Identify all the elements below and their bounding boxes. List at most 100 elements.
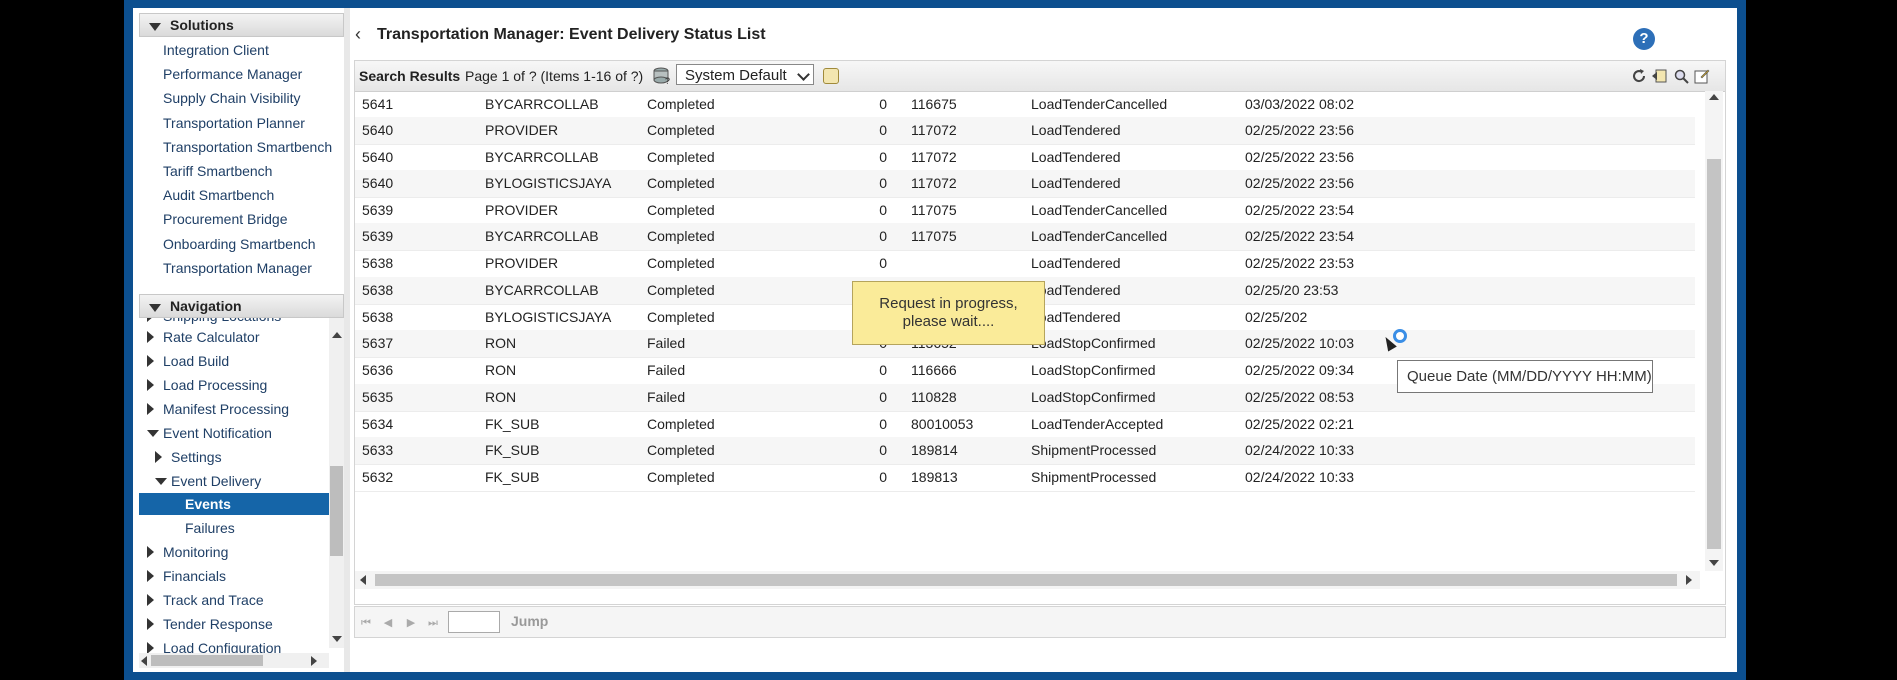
panel-splitter[interactable] [344,8,350,672]
solution-item[interactable]: Procurement Bridge [139,207,344,231]
table-row[interactable]: 5639 PROVIDER Completed 0 117075 LoadTenderCa… [355,197,1695,225]
nav-item[interactable]: Event Delivery [139,470,329,492]
expand-icon[interactable] [147,570,154,582]
nav-item[interactable]: Monitoring [139,541,329,563]
table-cell: 0 [879,96,887,112]
table-cell: Completed [647,96,715,112]
grid-horizontal-scrollbar[interactable] [355,571,1700,589]
expand-icon[interactable] [147,379,154,391]
table-row[interactable]: 5640 BYCARRCOLLAB Completed 0 117072 LoadTend… [355,144,1695,172]
edit-icon[interactable] [1694,68,1710,84]
scroll-thumb[interactable] [375,574,1677,586]
table-cell: LoadTenderCancelled [1031,202,1168,218]
navigation-header[interactable]: Navigation [139,294,344,318]
nav-vertical-scrollbar[interactable] [329,318,344,648]
scroll-thumb[interactable] [1707,159,1721,549]
table-cell: 5641 [362,96,394,112]
solution-item[interactable]: Tariff Smartbench [139,159,344,183]
table-cell: LoadTenderCancelled [1031,96,1168,112]
table-cell: 02/25/2022 10:03 [1245,335,1354,351]
table-row[interactable]: 5639 BYCARRCOLLAB Completed 0 117075 LoadTend… [355,223,1695,251]
nav-item[interactable]: Track and Trace [139,589,329,611]
table-row[interactable]: 5640 BYLOGISTICSJAYA Completed 0 117072 LoadT… [355,170,1695,198]
refresh-icon[interactable] [1631,68,1647,84]
nav-item[interactable]: Failures [139,517,329,539]
table-row[interactable]: 5640 PROVIDER Completed 0 117072 LoadTendered… [355,117,1695,145]
last-page-icon[interactable]: ⏭ [427,617,439,629]
scroll-down-icon[interactable] [1709,560,1719,566]
table-cell: 5640 [362,175,394,191]
table-row[interactable]: 5641 BYCARRCOLLAB Completed 0 116675 LoadTend… [355,91,1695,119]
next-page-icon[interactable]: ▶ [405,617,417,629]
collapse-icon[interactable] [155,478,167,485]
page-number-input[interactable] [448,611,500,633]
nav-item[interactable]: Manifest Processing [139,398,329,420]
first-page-icon[interactable]: ⏮ [360,617,372,629]
table-cell: PROVIDER [485,255,559,271]
solution-item[interactable]: Audit Smartbench [139,183,344,207]
jump-button[interactable]: Jump [511,613,548,629]
table-row[interactable]: 5634 FK_SUB Completed 0 80010053 LoadTenderAc… [355,411,1695,439]
nav-horizontal-scrollbar[interactable] [139,653,329,668]
scroll-left-icon[interactable] [141,656,147,666]
solutions-header[interactable]: Solutions [139,13,344,37]
table-cell: 5638 [362,255,394,271]
database-icon[interactable]: ? [653,67,671,85]
table-row[interactable]: 5633 FK_SUB Completed 0 189814 ShipmentProces… [355,437,1695,465]
nav-item[interactable]: Rate Calculator [139,326,329,348]
expand-icon[interactable] [147,594,154,606]
table-cell: LoadStopConfirmed [1031,389,1156,405]
back-chevron-icon[interactable]: ‹ [355,24,361,45]
nav-item[interactable]: Financials [139,565,329,587]
help-icon[interactable]: ? [1633,28,1655,50]
nav-item-label: Load Build [163,353,230,369]
table-cell: 5640 [362,122,394,138]
prev-page-icon[interactable]: ◀ [382,617,394,629]
nav-item-label: Event Delivery [171,473,262,489]
filter-icon[interactable] [823,68,839,84]
nav-item[interactable]: Events [139,493,329,515]
table-cell: RON [485,335,517,351]
solution-item[interactable]: Transportation Planner [139,111,344,135]
table-cell: 116675 [911,96,957,112]
nav-item[interactable]: Settings [139,446,329,468]
table-row[interactable]: 5632 FK_SUB Completed 0 189813 ShipmentProces… [355,464,1695,492]
scroll-down-icon[interactable] [332,636,342,642]
nav-item[interactable]: Tender Response [139,613,329,635]
grid-vertical-scrollbar[interactable] [1705,91,1723,571]
expand-icon[interactable] [147,318,154,322]
table-cell: 0 [879,416,887,432]
table-row[interactable]: 5638 PROVIDER Completed 0 LoadTendered 02/25/… [355,250,1695,278]
table-cell: Completed [647,122,715,138]
nav-item[interactable]: Load Build [139,350,329,372]
table-cell: LoadTendered [1031,255,1121,271]
expand-icon[interactable] [147,331,154,343]
nav-item[interactable]: Event Notification [139,422,329,444]
solution-item[interactable]: Transportation Manager [139,256,344,280]
solution-item[interactable]: Performance Manager [139,62,344,86]
table-cell: 5640 [362,149,394,165]
search-icon[interactable] [1673,68,1689,84]
solution-item[interactable]: Supply Chain Visibility [139,86,344,110]
scroll-thumb[interactable] [151,655,263,666]
expand-icon[interactable] [147,355,154,367]
scroll-left-icon[interactable] [360,575,366,585]
expand-icon[interactable] [155,451,162,463]
collapse-icon[interactable] [147,430,159,437]
solution-item[interactable]: Onboarding Smartbench [139,232,344,256]
table-cell: FK_SUB [485,442,540,458]
export-icon[interactable] [1651,68,1667,84]
scroll-right-icon[interactable] [311,656,317,666]
scroll-up-icon[interactable] [1709,94,1719,100]
solution-item[interactable]: Transportation Smartbench [139,135,344,159]
expand-icon[interactable] [147,403,154,415]
nav-item[interactable]: Load Processing [139,374,329,396]
expand-icon[interactable] [147,546,154,558]
view-select[interactable]: System Default [676,64,814,85]
solution-item[interactable]: Integration Client [139,38,344,62]
table-cell: 02/25/2022 08:53 [1245,389,1354,405]
scroll-up-icon[interactable] [332,332,342,338]
scroll-thumb[interactable] [330,466,343,556]
scroll-right-icon[interactable] [1686,575,1692,585]
expand-icon[interactable] [147,618,154,630]
